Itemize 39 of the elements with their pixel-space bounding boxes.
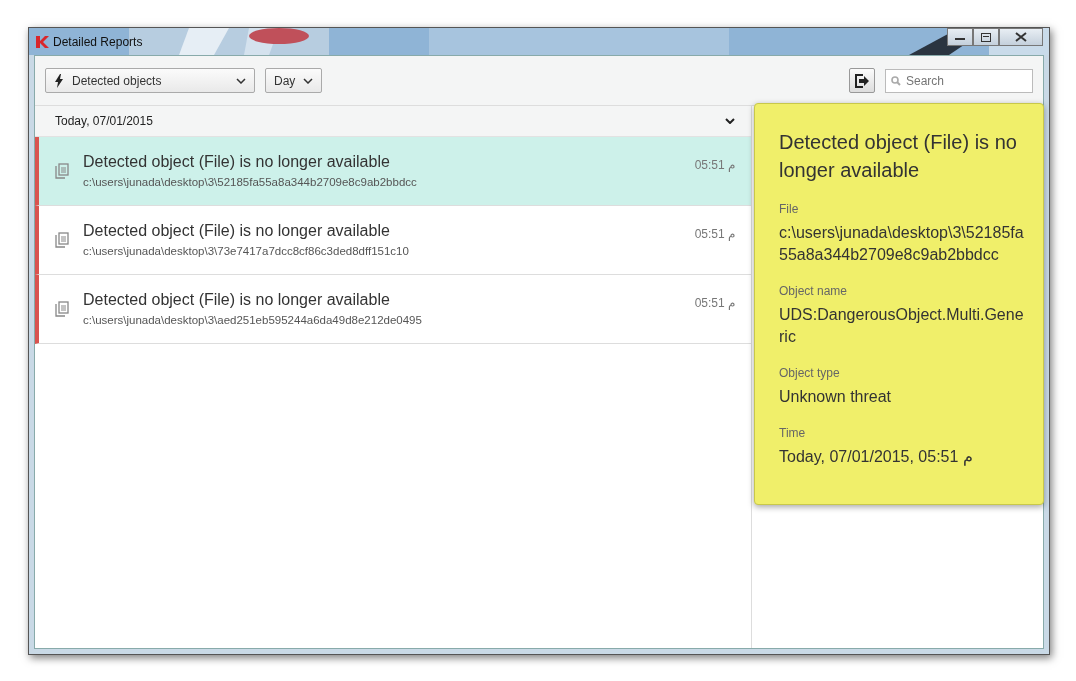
field-value: Today, 07/01/2015, 05:51 م xyxy=(779,447,974,468)
window-title: Detailed Reports xyxy=(53,34,143,49)
documents-icon xyxy=(55,301,69,317)
documents-icon xyxy=(55,232,69,248)
group-header[interactable]: Today, 07/01/2015 xyxy=(35,106,751,137)
period-dropdown[interactable]: Day xyxy=(265,68,323,93)
field-label: File xyxy=(779,202,800,216)
export-icon xyxy=(854,73,870,88)
documents-icon xyxy=(55,163,69,179)
chevron-icon xyxy=(236,77,246,84)
event-path: c:\users\junada\desktop\3\aed251eb595244a6da49d8e212de0495 xyxy=(83,314,422,326)
event-title: Detected object (File) is no longer available xyxy=(83,222,391,240)
report-type-dropdown[interactable]: Detected objects xyxy=(45,68,255,93)
event-time: 05:51 م xyxy=(694,227,735,241)
logo-icon xyxy=(35,34,49,49)
event-path: c:\users\junada\desktop\3\73e7417a7dcc8cf86c3ded8dff151c10 xyxy=(83,245,409,257)
chevron-icon[interactable] xyxy=(725,118,735,124)
field-value: UDS:DangerousObject.Multi.Generic xyxy=(779,305,1025,347)
event-time: 05:51 م xyxy=(694,296,735,310)
search-field[interactable]: Search xyxy=(885,68,1033,93)
minimize-button[interactable] xyxy=(947,28,973,46)
field-value: c:\users\junada\desktop\3\52185fa55a8a344b2709e8c9ab2bbdcc xyxy=(779,223,1025,265)
field-label: Time xyxy=(779,426,807,440)
export-button[interactable] xyxy=(849,68,875,93)
group-label: Today, 07/01/2015 xyxy=(55,114,153,128)
lightning-icon xyxy=(54,73,64,88)
event-title: Detected object (File) is no longer available xyxy=(83,291,391,309)
field-label: Object name xyxy=(779,284,849,298)
event-title: Detected object (File) is no longer available xyxy=(83,153,391,171)
chevron-icon xyxy=(303,77,314,84)
event-time: 05:51 م xyxy=(694,158,735,172)
close-icon xyxy=(1015,32,1027,42)
field-label: Object type xyxy=(779,366,841,380)
event-path: c:\users\junada\desktop\3\52185fa55a8a344b2709e8c9ab2bbdcc xyxy=(83,176,417,188)
maximize-icon xyxy=(981,32,991,42)
field-value: Unknown threat xyxy=(779,387,893,407)
details-title: Detected object (File) is no longer available xyxy=(779,130,1018,183)
close-button[interactable] xyxy=(999,28,1043,46)
maximize-button[interactable] xyxy=(973,28,999,46)
